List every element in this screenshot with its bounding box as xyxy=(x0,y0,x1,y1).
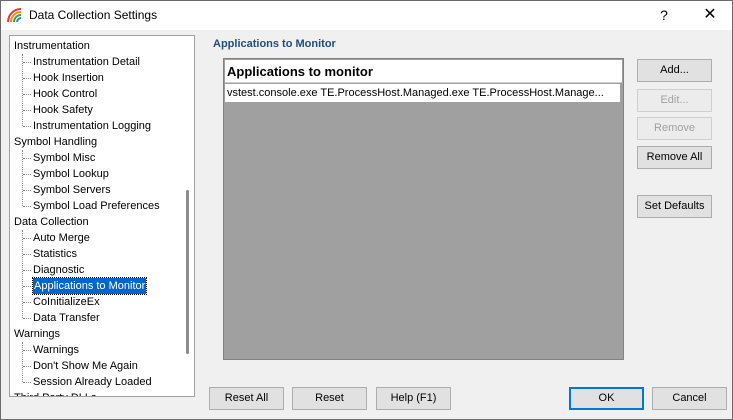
tree-child-item[interactable]: Diagnostic xyxy=(33,262,84,278)
app-rainbow-icon xyxy=(7,8,22,23)
help-button[interactable]: Help (F1) xyxy=(376,387,451,410)
tree-child-item[interactable]: CoInitializeEx xyxy=(33,294,100,310)
tree-connector-line xyxy=(22,150,23,206)
window-title: Data Collection Settings xyxy=(29,8,158,22)
tree-connector-line xyxy=(23,110,31,111)
tree-connector-line xyxy=(23,270,31,271)
tree-connector-line xyxy=(23,382,31,383)
dialog-window: Data Collection Settings ? ✕ Instrumenta… xyxy=(0,0,733,420)
tree-connector-line xyxy=(23,206,31,207)
tree-child-item[interactable]: Don't Show Me Again xyxy=(33,358,138,374)
tree-group-item[interactable]: Symbol Handling xyxy=(14,134,97,150)
ok-button[interactable]: OK xyxy=(569,387,644,410)
tree-child-item[interactable]: Data Transfer xyxy=(33,310,100,326)
tree-connector-line xyxy=(22,342,23,382)
tree-item-selected[interactable]: Applications to Monitor xyxy=(31,277,148,295)
tree-group-item[interactable]: Instrumentation xyxy=(14,38,90,54)
tree-child-item[interactable]: Hook Control xyxy=(33,86,97,102)
tree-child-item[interactable]: Statistics xyxy=(33,246,77,262)
tree-connector-line xyxy=(22,230,23,318)
remove-all-button[interactable]: Remove All xyxy=(637,146,712,169)
tree-child-item[interactable]: Auto Merge xyxy=(33,230,90,246)
section-title: Applications to Monitor xyxy=(213,38,336,50)
close-button[interactable]: ✕ xyxy=(696,4,724,26)
remove-button[interactable]: Remove xyxy=(637,117,712,140)
reset-all-button[interactable]: Reset All xyxy=(209,387,284,410)
settings-tree[interactable]: Instrumentation Instrumentation Detail Hoo… xyxy=(9,35,195,397)
tree-child-item[interactable]: Hook Safety xyxy=(33,102,93,118)
tree-connector-line xyxy=(23,350,31,351)
tree-child-item[interactable]: Instrumentation Detail xyxy=(33,54,140,70)
add-button[interactable]: Add... xyxy=(637,59,712,82)
tree-vertical-scroll-thumb[interactable] xyxy=(186,190,189,354)
tree-connector-line xyxy=(22,54,23,126)
edit-button[interactable]: Edit... xyxy=(637,89,712,112)
list-column-header[interactable]: Applications to monitor xyxy=(225,60,622,83)
tree-connector-line xyxy=(23,94,31,95)
tree-connector-line xyxy=(23,286,31,287)
cancel-button[interactable]: Cancel xyxy=(652,387,727,410)
tree-connector-line xyxy=(23,126,31,127)
tree-connector-line xyxy=(23,174,31,175)
applications-list[interactable]: Applications to monitor vstest.console.e… xyxy=(223,58,624,360)
tree-group-item[interactable]: Warnings xyxy=(14,326,60,342)
tree-connector-line xyxy=(23,190,31,191)
tree-group-item[interactable]: Third Party DLLs xyxy=(14,390,97,396)
tree-connector-line xyxy=(23,158,31,159)
tree-connector-line xyxy=(23,62,31,63)
tree-child-item[interactable]: Instrumentation Logging xyxy=(33,118,151,134)
tree-group-item[interactable]: Data Collection xyxy=(14,214,89,230)
tree-vertical-scrollbar[interactable] xyxy=(184,36,194,396)
tree-connector-line xyxy=(23,318,31,319)
title-bar: Data Collection Settings ? ✕ xyxy=(1,1,732,30)
tree-connector-line xyxy=(23,238,31,239)
tree-child-item[interactable]: Warnings xyxy=(33,342,79,358)
tree-connector-line xyxy=(23,366,31,367)
tree-child-item[interactable]: Symbol Load Preferences xyxy=(33,198,160,214)
tree-child-item[interactable]: Symbol Servers xyxy=(33,182,111,198)
tree-child-item[interactable]: Hook Insertion xyxy=(33,70,104,86)
tree-connector-line xyxy=(23,302,31,303)
tree-child-item[interactable]: Symbol Lookup xyxy=(33,166,109,182)
list-item[interactable]: vstest.console.exe TE.ProcessHost.Manage… xyxy=(225,84,620,102)
help-title-button[interactable]: ? xyxy=(652,4,676,26)
tree-connector-line xyxy=(23,78,31,79)
reset-button[interactable]: Reset xyxy=(292,387,367,410)
set-defaults-button[interactable]: Set Defaults xyxy=(637,195,712,218)
tree-child-item[interactable]: Session Already Loaded xyxy=(33,374,152,390)
tree-child-item[interactable]: Symbol Misc xyxy=(33,150,95,166)
tree-connector-line xyxy=(23,254,31,255)
